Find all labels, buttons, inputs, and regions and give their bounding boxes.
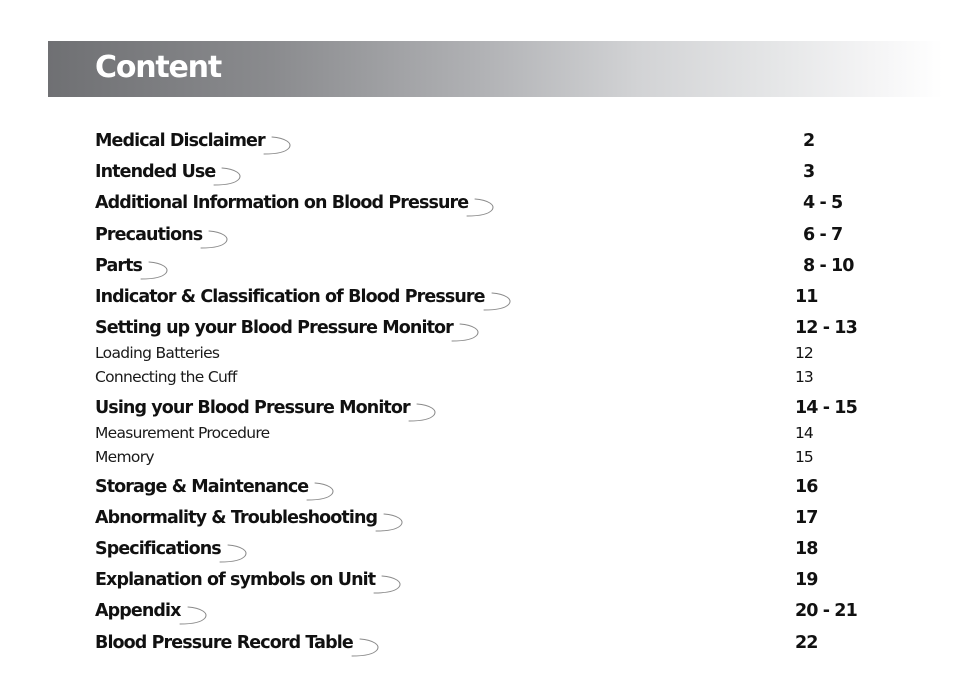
toc-entry-storage-maintenance[interactable]: Storage & Maintenance 16	[95, 476, 895, 501]
toc-entry-setting-up-monitor[interactable]: Setting up your Blood Pressure Monitor 1…	[95, 317, 895, 342]
toc-subentry-page: 14	[795, 424, 814, 442]
toc-subentry-label[interactable]: Loading Batteries	[95, 343, 220, 363]
toc-entry-label[interactable]: Precautions	[95, 224, 203, 246]
toc-entry-indicator-classification[interactable]: Indicator & Classification of Blood Pres…	[95, 286, 895, 311]
toc-entry-page: 17	[795, 508, 818, 528]
toc-entry-page: 16	[795, 477, 818, 497]
swoosh-stroke	[213, 167, 241, 186]
swoosh-decoration-icon	[373, 575, 401, 594]
toc-entry-specifications[interactable]: Specifications 18	[95, 538, 895, 563]
toc-entry-label[interactable]: Setting up your Blood Pressure Monitor	[95, 317, 454, 339]
toc-entry-page: 20 - 21	[795, 601, 858, 621]
swoosh-stroke	[219, 544, 247, 563]
toc-entry-page: 11	[795, 287, 818, 307]
toc-subentry-measurement-procedure[interactable]: Measurement Procedure 14	[95, 423, 895, 443]
toc-entry-label[interactable]: Additional Information on Blood Pressure	[95, 192, 469, 214]
toc-subentry-loading-batteries[interactable]: Loading Batteries 12	[95, 343, 895, 363]
toc-entry-abnormality-troubleshooting[interactable]: Abnormality & Troubleshooting 17	[95, 507, 895, 532]
swoosh-stroke	[466, 198, 494, 217]
swoosh-stroke	[375, 513, 403, 532]
toc-entry-page: 6 - 7	[803, 225, 843, 245]
swoosh-stroke	[351, 638, 379, 657]
toc-entry-page: 22	[795, 633, 818, 653]
toc-entry-label[interactable]: Medical Disclaimer	[95, 130, 266, 152]
toc-entry-page: 3	[803, 162, 815, 182]
swoosh-decoration-icon	[179, 606, 206, 625]
toc-entry-label[interactable]: Using your Blood Pressure Monitor	[95, 397, 411, 419]
toc-subentry-memory[interactable]: Memory 15	[95, 447, 895, 467]
swoosh-decoration-icon	[451, 323, 479, 342]
swoosh-decoration-icon	[351, 638, 379, 657]
toc-subentry-page: 12	[795, 344, 814, 362]
toc-subentry-label[interactable]: Connecting the Cuff	[95, 367, 237, 387]
swoosh-stroke	[263, 136, 291, 155]
swoosh-decoration-icon	[375, 513, 403, 532]
swoosh-stroke	[200, 230, 228, 249]
toc-entry-medical-disclaimer[interactable]: Medical Disclaimer 2	[95, 130, 895, 155]
swoosh-decoration-icon	[263, 136, 291, 155]
toc-entry-page: 12 - 13	[795, 318, 858, 338]
toc-entry-appendix[interactable]: Appendix 20 - 21	[95, 600, 895, 625]
toc-entry-record-table[interactable]: Blood Pressure Record Table 22	[95, 632, 895, 657]
toc-entry-label[interactable]: Indicator & Classification of Blood Pres…	[95, 286, 486, 308]
toc-entry-label[interactable]: Parts	[95, 255, 143, 277]
toc-entry-page: 8 - 10	[803, 256, 854, 276]
swoosh-decoration-icon	[306, 482, 334, 501]
toc-entry-page: 14 - 15	[795, 398, 858, 418]
toc-entry-page: 2	[803, 131, 815, 151]
swoosh-decoration-icon	[219, 544, 247, 563]
swoosh-stroke	[179, 606, 206, 625]
swoosh-decoration-icon	[140, 261, 168, 280]
toc-entry-page: 19	[795, 570, 818, 590]
swoosh-stroke	[140, 261, 168, 280]
toc-subentry-connecting-cuff[interactable]: Connecting the Cuff 13	[95, 367, 895, 387]
toc-entry-label[interactable]: Storage & Maintenance	[95, 476, 309, 498]
toc-entry-intended-use[interactable]: Intended Use 3	[95, 161, 895, 186]
toc-entry-label[interactable]: Abnormality & Troubleshooting	[95, 507, 378, 529]
swoosh-decoration-icon	[483, 292, 511, 311]
toc-entry-label[interactable]: Appendix	[95, 600, 181, 622]
swoosh-decoration-icon	[466, 198, 494, 217]
toc-entry-label[interactable]: Explanation of symbols on Unit	[95, 569, 376, 591]
toc-subentry-label[interactable]: Memory	[95, 447, 155, 467]
toc-entry-additional-information[interactable]: Additional Information on Blood Pressure…	[95, 192, 895, 217]
toc-entry-page: 18	[795, 539, 818, 559]
swoosh-decoration-icon	[200, 230, 228, 249]
toc-entry-parts[interactable]: Parts 8 - 10	[95, 255, 895, 280]
toc-subentry-page: 15	[795, 448, 814, 466]
swoosh-stroke	[408, 403, 436, 422]
swoosh-decoration-icon	[213, 167, 241, 186]
swoosh-stroke	[451, 323, 479, 342]
toc-entry-label[interactable]: Blood Pressure Record Table	[95, 632, 354, 654]
toc-entry-label[interactable]: Specifications	[95, 538, 222, 560]
toc-entry-page: 4 - 5	[803, 193, 843, 213]
toc-subentry-label[interactable]: Measurement Procedure	[95, 423, 270, 443]
toc-entry-precautions[interactable]: Precautions 6 - 7	[95, 224, 895, 249]
swoosh-decoration-icon	[408, 403, 436, 422]
toc-subentry-page: 13	[795, 368, 814, 386]
page-title: Content	[95, 50, 222, 85]
swoosh-stroke	[306, 482, 334, 501]
swoosh-stroke	[373, 575, 401, 594]
toc-entry-explanation-symbols[interactable]: Explanation of symbols on Unit 19	[95, 569, 895, 594]
toc-entry-using-monitor[interactable]: Using your Blood Pressure Monitor 14 - 1…	[95, 397, 895, 422]
swoosh-stroke	[483, 292, 511, 311]
toc-entry-label[interactable]: Intended Use	[95, 161, 216, 183]
content-header-banner: Content	[48, 41, 943, 97]
